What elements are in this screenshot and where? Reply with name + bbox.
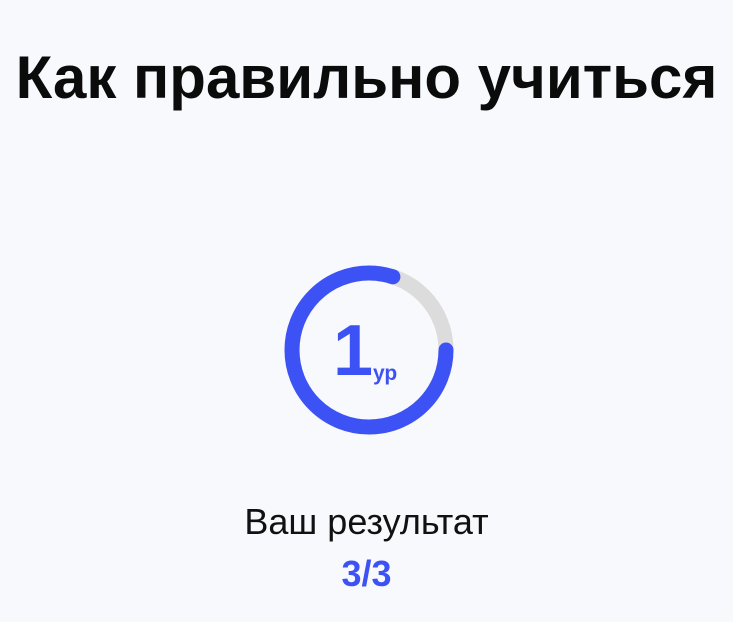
result-score: 3/3 <box>341 553 392 594</box>
result-label: Ваш результат <box>244 501 489 542</box>
level-number: 1 <box>333 311 373 391</box>
page-title: Как правильно учиться <box>15 44 718 111</box>
level-unit: ур <box>373 362 397 385</box>
level-progress-ring: 1 ур <box>281 262 457 438</box>
level-ring-graphic: 1 ур <box>284 265 454 435</box>
